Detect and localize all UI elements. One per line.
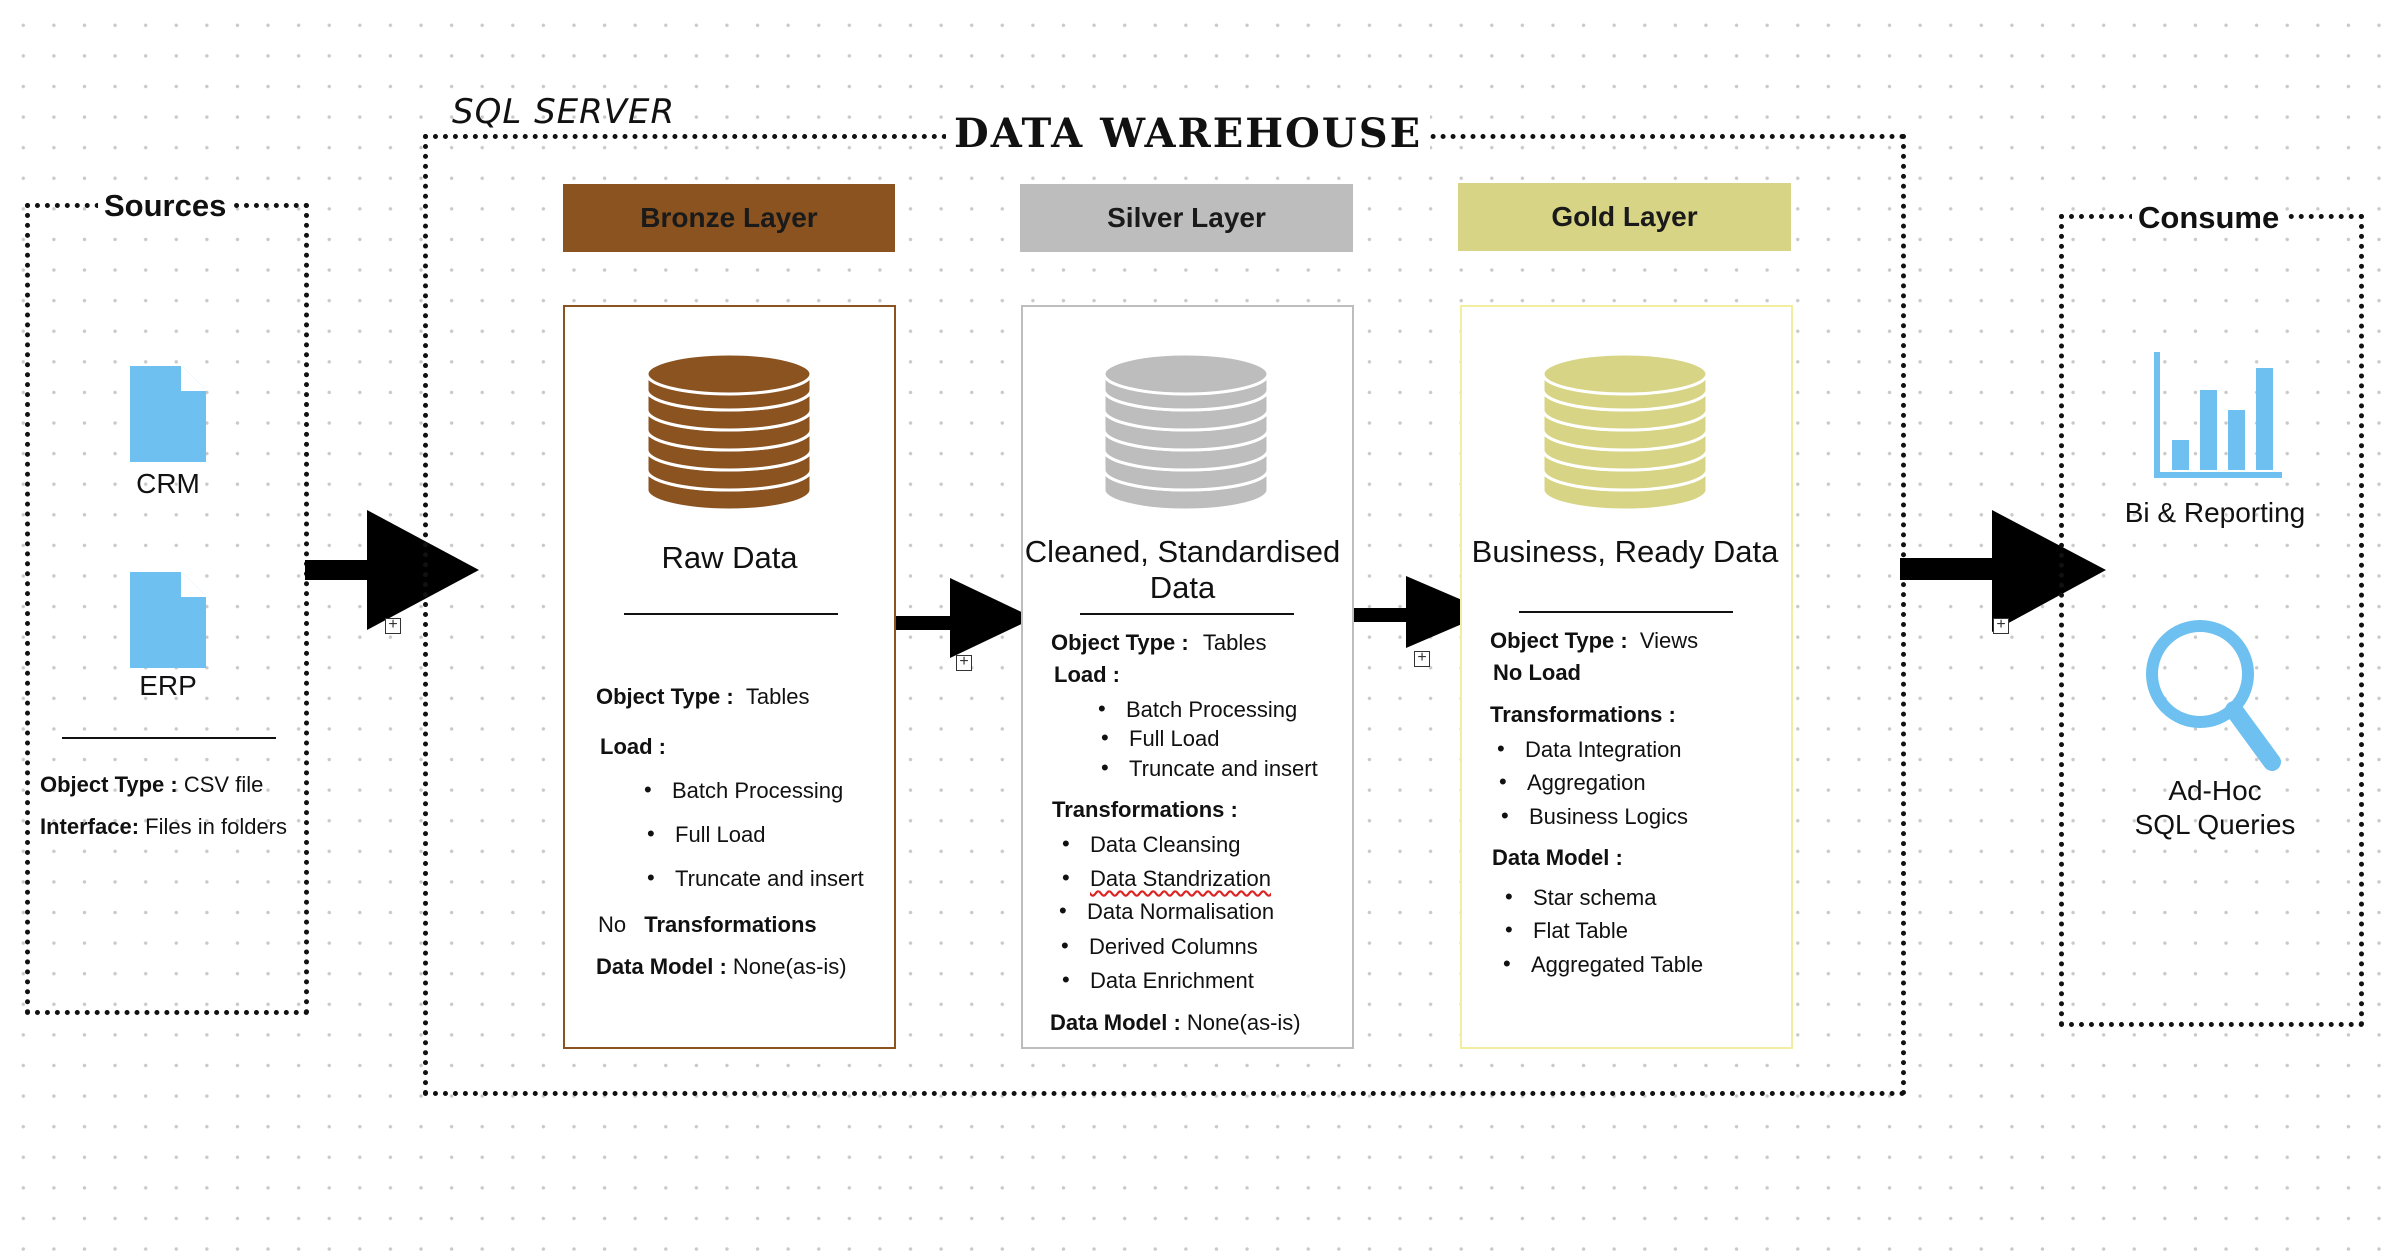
silver-load-item: Batch Processing <box>1098 696 1297 723</box>
gold-transformation-item: Data Integration <box>1497 736 1681 763</box>
gold-layer-header: Gold Layer <box>1458 183 1791 251</box>
bronze-data-model: Data Model : None(as-is) <box>596 954 847 980</box>
expand-plus-icon[interactable]: + <box>1414 650 1430 667</box>
magnifier-icon[interactable] <box>2142 616 2292 776</box>
bronze-database-icon <box>645 352 813 512</box>
gold-divider <box>1519 611 1733 613</box>
gold-database-icon <box>1541 352 1709 512</box>
silver-database-icon <box>1102 352 1270 512</box>
bronze-object-type-label: Object Type : <box>596 684 734 709</box>
sources-object-type-label: Object Type : <box>40 772 178 797</box>
bronze-data-model-label: Data Model : <box>596 954 727 979</box>
silver-transformation-item: Data Normalisation <box>1059 898 1274 925</box>
sources-object-type-value: CSV file <box>183 772 264 797</box>
bronze-divider <box>624 613 838 615</box>
sources-object-type: Object Type : CSV file <box>40 772 263 798</box>
silver-object-type: Object Type : Tables <box>1051 630 1266 656</box>
sources-interface-label: Interface: <box>40 814 140 839</box>
silver-description-line1: Cleaned, Standardised <box>1024 534 1341 569</box>
bi-reporting-label: Bi & Reporting <box>2124 497 2306 528</box>
silver-transformations-label: Transformations : <box>1052 797 1238 822</box>
sources-title: Sources <box>98 188 233 224</box>
gold-data-model-item: Aggregated Table <box>1503 951 1703 978</box>
bronze-object-type-value: Tables <box>745 684 810 709</box>
bronze-transformations: No Transformations <box>598 912 817 938</box>
sources-interface-value: Files in folders <box>145 814 288 839</box>
silver-object-type-value: Tables <box>1202 630 1267 655</box>
adhoc-label-line2: SQL Queries <box>2134 809 2296 840</box>
expand-plus-icon[interactable]: + <box>956 654 972 671</box>
silver-data-model: Data Model : None(as-is) <box>1050 1010 1301 1036</box>
gold-description: Business, Ready Data <box>1471 534 1779 569</box>
adhoc-label-line1: Ad-Hoc <box>2168 775 2262 806</box>
crm-document-icon[interactable] <box>130 366 206 462</box>
gold-data-model-item: Flat Table <box>1505 917 1628 944</box>
silver-transformation-item: Derived Columns <box>1061 933 1258 960</box>
bronze-no-prefix: No <box>598 912 627 937</box>
expand-plus-icon[interactable]: + <box>1993 617 2009 634</box>
silver-description: Cleaned, Standardised Data <box>1010 534 1355 606</box>
bronze-load-label: Load : <box>600 734 666 759</box>
gold-transformation-item: Business Logics <box>1501 803 1688 830</box>
silver-load-item: Truncate and insert <box>1101 755 1318 782</box>
silver-transformation-item: Data Enrichment <box>1062 967 1254 994</box>
bar-chart-icon[interactable] <box>2152 348 2286 482</box>
bronze-load-item: Batch Processing <box>644 777 843 804</box>
gold-no-load: No Load <box>1493 660 1581 685</box>
sources-divider <box>62 737 276 739</box>
bronze-transformations-label: Transformations <box>644 912 817 937</box>
erp-document-icon[interactable] <box>130 572 206 668</box>
gold-transformation-item: Aggregation <box>1499 769 1646 796</box>
silver-object-type-label: Object Type : <box>1051 630 1189 655</box>
bronze-description: Raw Data <box>661 540 798 575</box>
sources-interface: Interface: Files in folders <box>40 814 287 840</box>
gold-data-model-label: Data Model : <box>1492 845 1623 870</box>
gold-object-type-label: Object Type : <box>1490 628 1628 653</box>
sql-server-label: SQL SERVER <box>452 92 676 132</box>
silver-description-line2: Data <box>1149 570 1216 605</box>
silver-layer-header: Silver Layer <box>1020 184 1353 252</box>
crm-label: CRM <box>136 468 200 499</box>
silver-data-model-value: None(as-is) <box>1186 1010 1301 1035</box>
gold-object-type-value: Views <box>1639 628 1699 653</box>
consume-title: Consume <box>2132 200 2286 236</box>
silver-transformation-item: Data Standrization <box>1062 865 1271 892</box>
silver-transformation-item: Data Cleansing <box>1062 831 1241 858</box>
silver-data-model-label: Data Model : <box>1050 1010 1181 1035</box>
silver-divider <box>1080 613 1294 615</box>
bronze-layer-header: Bronze Layer <box>563 184 895 252</box>
bronze-data-model-value: None(as-is) <box>732 954 847 979</box>
adhoc-sql-label: Ad-Hoc SQL Queries <box>2090 774 2340 842</box>
bronze-object-type: Object Type : Tables <box>596 684 809 710</box>
gold-data-model-item: Star schema <box>1505 884 1656 911</box>
erp-label: ERP <box>139 670 197 701</box>
silver-load-label: Load : <box>1054 662 1120 687</box>
silver-load-item: Full Load <box>1101 725 1219 752</box>
gold-object-type: Object Type : Views <box>1490 628 1698 654</box>
expand-plus-icon[interactable]: + <box>385 617 401 634</box>
gold-transformations-label: Transformations : <box>1490 702 1676 727</box>
data-warehouse-title: DATA WAREHOUSE <box>946 110 1431 158</box>
bronze-load-item: Truncate and insert <box>647 865 864 892</box>
bronze-load-item: Full Load <box>647 821 765 848</box>
